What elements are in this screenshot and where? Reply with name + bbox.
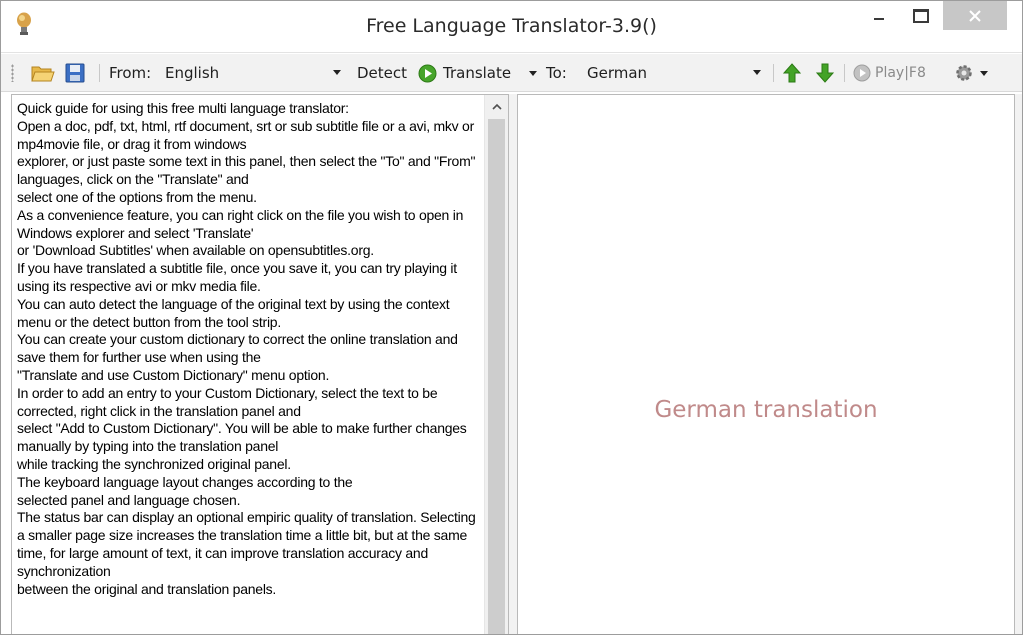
move-down-button[interactable]: [816, 54, 834, 92]
title-bar: Free Language Translator-3.9(): [1, 1, 1022, 53]
arrow-down-icon: [816, 63, 834, 83]
chevron-down-icon: [333, 70, 341, 75]
from-language-select[interactable]: English: [165, 60, 345, 86]
move-up-button[interactable]: [783, 54, 801, 92]
vertical-scrollbar[interactable]: [484, 95, 508, 634]
from-language-value: English: [165, 64, 220, 82]
translation-placeholder: German translation: [654, 397, 878, 423]
window-edge: [1015, 94, 1022, 634]
panel-splitter[interactable]: [509, 94, 517, 634]
translation-panel[interactable]: German translation: [517, 94, 1015, 634]
chevron-down-icon: [529, 70, 537, 76]
to-language-value: German: [587, 64, 648, 82]
save-disk-icon: [65, 63, 85, 83]
toolbar: From: English Detect Translate To: Germa…: [1, 54, 1022, 92]
save-button[interactable]: [65, 54, 85, 92]
scroll-up-button[interactable]: [485, 95, 508, 117]
toolbar-separator: [99, 64, 100, 82]
toolbar-grip[interactable]: [11, 64, 14, 82]
chevron-up-icon: [492, 103, 502, 110]
source-text[interactable]: Quick guide for using this free multi la…: [17, 100, 483, 598]
app-window: Free Language Translator-3.9() From: Eng…: [0, 0, 1023, 635]
translate-button[interactable]: Translate: [418, 54, 511, 92]
open-folder-icon: [31, 66, 55, 82]
toolbar-separator: [844, 64, 845, 82]
close-button[interactable]: [943, 1, 1007, 30]
arrow-up-icon: [783, 63, 801, 83]
settings-button[interactable]: [954, 54, 988, 92]
to-language-select[interactable]: German: [587, 60, 765, 86]
gear-icon: [956, 65, 972, 81]
scroll-thumb[interactable]: [488, 119, 505, 634]
to-label: To:: [546, 64, 567, 82]
toolbar-separator: [773, 64, 774, 82]
chevron-down-icon: [980, 70, 988, 76]
play-green-icon: [418, 64, 437, 82]
play-button[interactable]: Play|F8: [853, 54, 926, 92]
translate-dropdown[interactable]: [529, 54, 537, 92]
close-icon: [969, 9, 981, 22]
play-grey-icon: [853, 64, 871, 82]
from-label: From:: [109, 64, 152, 82]
chevron-down-icon: [753, 70, 761, 75]
open-file-button[interactable]: [31, 54, 55, 92]
minimize-button[interactable]: [859, 1, 899, 31]
detect-button[interactable]: Detect: [357, 54, 407, 92]
source-text-panel[interactable]: Quick guide for using this free multi la…: [11, 94, 509, 634]
maximize-button[interactable]: [901, 1, 941, 31]
